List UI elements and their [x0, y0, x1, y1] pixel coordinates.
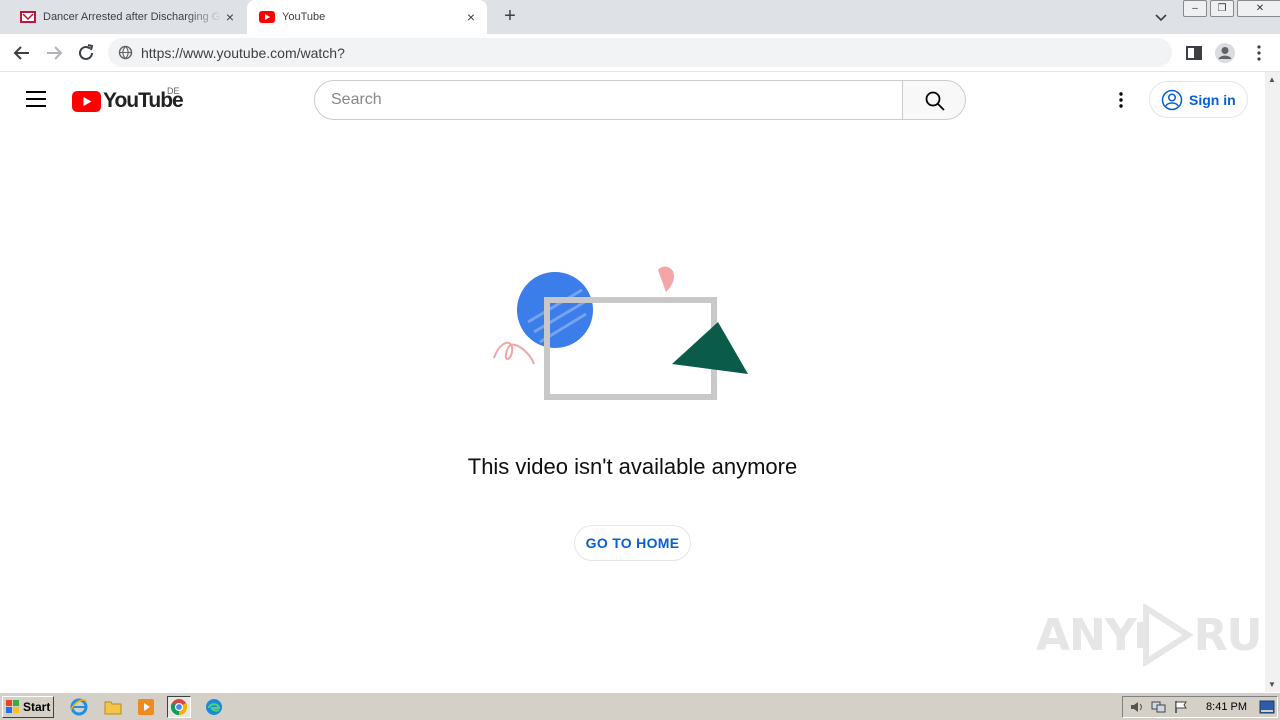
file-explorer-icon[interactable] [101, 696, 125, 718]
tab-close-icon[interactable]: × [222, 9, 238, 25]
search-input[interactable] [315, 81, 902, 119]
news-favicon-icon [20, 11, 36, 23]
tab-close-icon[interactable]: × [463, 9, 479, 25]
address-bar[interactable]: https://www.youtube.com/watch? [108, 38, 1172, 67]
reload-icon[interactable] [75, 42, 97, 64]
window-controls: – ❐ ✕ [1183, 0, 1280, 17]
chrome-icon[interactable] [167, 696, 191, 718]
anyrun-watermark: ANY RUN [1036, 604, 1280, 666]
search-button[interactable] [902, 80, 966, 120]
video-unavailable-illustration [493, 266, 748, 400]
close-window-button[interactable]: ✕ [1237, 0, 1280, 17]
tab-news[interactable]: Dancer Arrested after Discharging G × [8, 0, 246, 34]
guide-menu-icon[interactable] [26, 91, 46, 107]
country-code: DE [167, 86, 180, 96]
anyrun-play-logo-icon [1136, 604, 1194, 666]
chrome-menu-icon[interactable] [1248, 42, 1270, 64]
scroll-up-arrow-icon[interactable]: ▲ [1268, 75, 1276, 84]
windows-taskbar: Start 8:41 PM [0, 692, 1280, 720]
show-desktop-icon[interactable] [1259, 700, 1275, 714]
tab-search-chevron-icon[interactable] [1152, 8, 1170, 26]
volume-icon[interactable] [1129, 700, 1145, 714]
search-icon [925, 91, 945, 111]
settings-kebab-icon[interactable] [1112, 90, 1130, 110]
sign-in-button[interactable]: Sign in [1149, 81, 1248, 118]
url-text: https://www.youtube.com/watch? [141, 45, 345, 61]
internet-explorer-icon[interactable] [67, 696, 91, 718]
sign-in-label: Sign in [1189, 91, 1236, 108]
tab-youtube[interactable]: YouTube × [247, 0, 487, 34]
account-circle-icon [1161, 89, 1183, 110]
watermark-left: ANY [1036, 609, 1137, 661]
system-tray: 8:41 PM [1122, 696, 1278, 718]
minimize-button[interactable]: – [1183, 0, 1207, 17]
restore-button[interactable]: ❐ [1210, 0, 1234, 17]
profile-avatar-icon[interactable] [1214, 42, 1236, 64]
media-player-icon[interactable] [134, 696, 158, 718]
search-box [314, 80, 903, 120]
action-center-flag-icon[interactable] [1173, 700, 1189, 714]
network-icon[interactable] [1151, 700, 1167, 714]
youtube-favicon-icon [259, 11, 275, 23]
tab-title: Dancer Arrested after Discharging G [43, 11, 221, 23]
tab-strip: Dancer Arrested after Discharging G × Yo… [0, 0, 1280, 34]
youtube-play-logo-icon [72, 90, 101, 112]
start-label: Start [23, 700, 51, 714]
go-to-home-button[interactable]: GO TO HOME [574, 525, 691, 561]
unavailable-message: This video isn't available anymore [467, 454, 798, 479]
tab-title: YouTube [282, 11, 326, 23]
site-info-globe-icon[interactable] [118, 45, 133, 60]
taskbar-clock: 8:41 PM [1206, 701, 1247, 713]
new-tab-button[interactable]: + [500, 6, 520, 28]
youtube-logo[interactable]: YouTube DE [72, 86, 184, 113]
side-panel-icon[interactable] [1183, 42, 1205, 64]
edge-icon[interactable] [202, 696, 226, 718]
windows-flag-icon [6, 700, 19, 713]
youtube-page: YouTube DE Sign in This video isn't avai… [0, 72, 1280, 692]
browser-toolbar: https://www.youtube.com/watch? [0, 34, 1280, 72]
forward-arrow-icon[interactable] [43, 42, 65, 64]
start-button[interactable]: Start [2, 696, 54, 718]
scroll-down-arrow-icon[interactable]: ▼ [1268, 680, 1276, 689]
back-arrow-icon[interactable] [11, 42, 33, 64]
page-scrollbar[interactable]: ▲ ▼ [1265, 72, 1280, 692]
